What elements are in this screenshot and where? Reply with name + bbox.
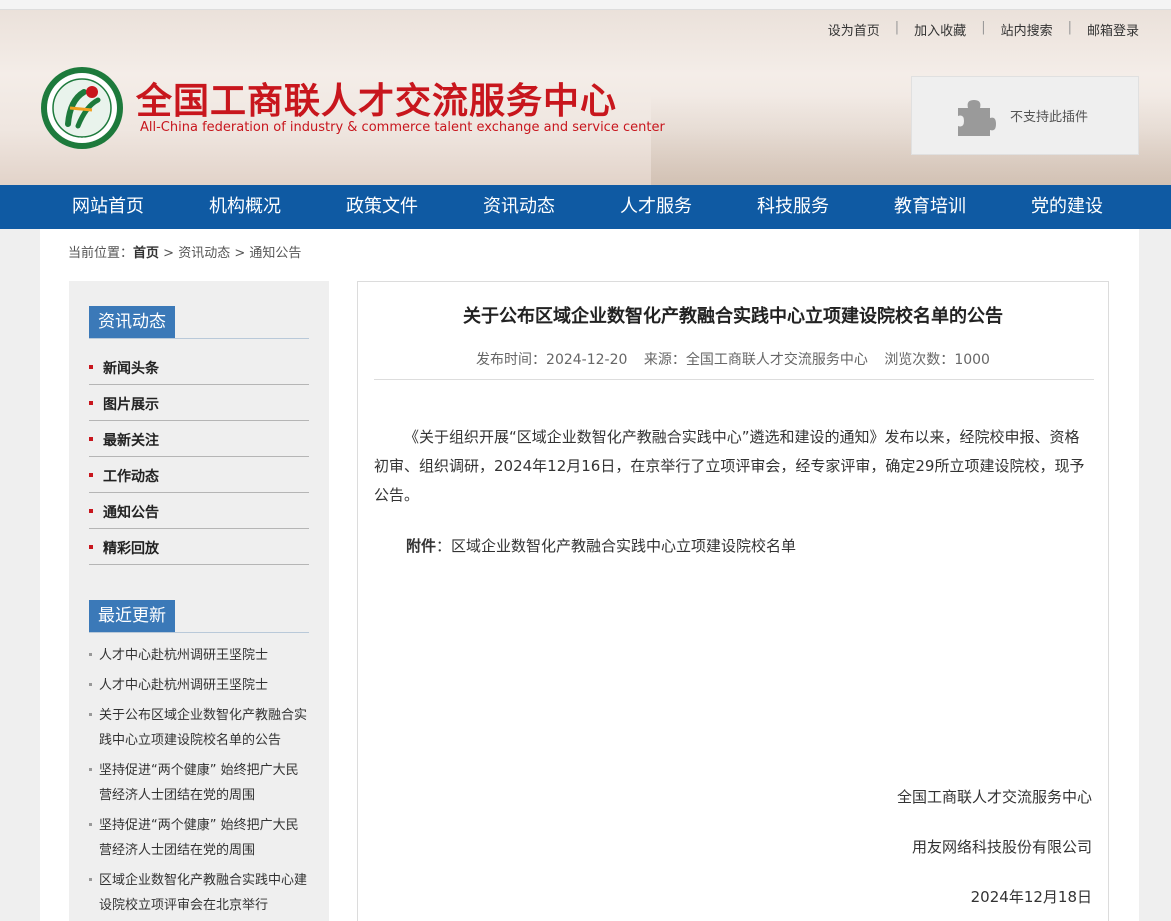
sidebar: 资讯动态 新闻头条 图片展示 最新关注 工作动态 通知公告 精彩回放 最近更新 … xyxy=(69,281,329,921)
sidebar-item-label: 新闻头条 xyxy=(103,361,159,377)
signature-company: 用友网络科技股份有限公司 xyxy=(911,838,1092,856)
nav-item-talent[interactable]: 人才服务 xyxy=(620,185,692,229)
recent-item-label: 人才中心赴杭州调研王坚院士 xyxy=(99,678,269,693)
bullet-icon xyxy=(89,683,92,686)
bullet-icon xyxy=(89,878,92,881)
attachment: 附件：区域企业数智化产教融合实践中心立项建设院校名单 xyxy=(406,535,796,556)
nav-item-home[interactable]: 网站首页 xyxy=(72,185,144,229)
bullet-icon xyxy=(89,653,92,656)
sidebar-item-label: 精彩回放 xyxy=(103,541,159,557)
publish-date: 2024-12-20 xyxy=(546,352,628,368)
divider xyxy=(89,632,309,633)
sidebar-item-label: 通知公告 xyxy=(103,505,159,521)
divider xyxy=(89,338,309,339)
source-value: 全国工商联人才交流服务中心 xyxy=(685,352,868,368)
bullet-icon xyxy=(89,437,93,441)
recent-item-label: 关于公布区域企业数智化产教融合实践中心立项建设院校名单的公告 xyxy=(99,708,308,748)
plugin-placeholder: 不支持此插件 xyxy=(911,76,1139,155)
divider xyxy=(374,379,1094,380)
mail-login-link[interactable]: 邮箱登录 xyxy=(1087,20,1139,39)
recent-title: 最近更新 xyxy=(89,600,175,633)
article-body: 《关于组织开展“区域企业数智化产教融合实践中心”遴选和建设的通知》发布以来，经院… xyxy=(374,428,1085,504)
article-meta: 发布时间：2024-12-20 来源：全国工商联人才交流服务中心 浏览次数：10… xyxy=(358,349,1108,369)
sidebar-item-notices[interactable]: 通知公告 xyxy=(89,493,309,529)
sidebar-item-headlines[interactable]: 新闻头条 xyxy=(89,349,309,385)
recent-item-label: 区域企业数智化产教融合实践中心建设院校立项评审会在北京举行 xyxy=(99,873,308,913)
category-header: 资讯动态 xyxy=(89,306,309,339)
logo-emblem-icon: 1995 xyxy=(41,67,123,149)
breadcrumb-news[interactable]: 资讯动态 xyxy=(178,246,230,261)
attachment-label: 附件 xyxy=(406,537,437,555)
bullet-icon xyxy=(89,365,93,369)
nav-item-party[interactable]: 党的建设 xyxy=(1031,185,1103,229)
attachment-colon: ： xyxy=(436,537,452,555)
sidebar-item-label: 工作动态 xyxy=(103,469,159,485)
sidebar-item-work[interactable]: 工作动态 xyxy=(89,457,309,493)
breadcrumb-home[interactable]: 首页 xyxy=(133,246,159,261)
article-title: 关于公布区域企业数智化产教融合实践中心立项建设院校名单的公告 xyxy=(463,306,1003,327)
site-search-link[interactable]: 站内搜索 xyxy=(1001,20,1053,39)
sidebar-item-focus[interactable]: 最新关注 xyxy=(89,421,309,457)
top-link-separator: | xyxy=(981,20,986,35)
sidebar-item-label: 图片展示 xyxy=(103,397,159,413)
nav-item-about[interactable]: 机构概况 xyxy=(209,185,281,229)
bullet-icon xyxy=(89,713,92,716)
views-label: 浏览次数： xyxy=(884,352,955,368)
sidebar-item-replay[interactable]: 精彩回放 xyxy=(89,529,309,565)
sidebar-item-label: 最新关注 xyxy=(103,433,159,449)
recent-item-label: 人才中心赴杭州调研王坚院士 xyxy=(99,648,269,663)
site-header: 设为首页 | 加入收藏 | 站内搜索 | 邮箱登录 1995 全国工商联人才交流… xyxy=(0,0,1171,185)
top-link-separator: | xyxy=(1067,20,1072,35)
breadcrumb-separator: > xyxy=(163,246,175,261)
nav-item-policy[interactable]: 政策文件 xyxy=(346,185,418,229)
top-link-separator: | xyxy=(894,20,900,35)
breadcrumb-prefix: 当前位置： xyxy=(68,246,134,261)
breadcrumb: 当前位置：首页 > 资讯动态 > 通知公告 xyxy=(68,242,301,261)
breadcrumb-separator: > xyxy=(234,246,246,261)
site-title: 全国工商联人才交流服务中心 xyxy=(136,81,618,122)
nav-item-education[interactable]: 教育培训 xyxy=(894,185,966,229)
puzzle-plugin-icon xyxy=(958,99,996,136)
logo-year: 1995 xyxy=(74,137,89,144)
bullet-icon xyxy=(89,545,93,549)
breadcrumb-notices[interactable]: 通知公告 xyxy=(249,246,301,261)
add-favorite-link[interactable]: 加入收藏 xyxy=(914,20,966,39)
recent-header: 最近更新 xyxy=(89,600,309,633)
bullet-icon xyxy=(89,473,93,477)
nav-item-news[interactable]: 资讯动态 xyxy=(483,185,555,229)
signature-date: 2024年12月18日 xyxy=(970,888,1092,906)
page-container: 当前位置：首页 > 资讯动态 > 通知公告 资讯动态 新闻头条 图片展示 最新关… xyxy=(40,229,1139,921)
nav-item-tech[interactable]: 科技服务 xyxy=(757,185,829,229)
set-homepage-link[interactable]: 设为首页 xyxy=(828,20,880,39)
article: 关于公布区域企业数智化产教融合实践中心立项建设院校名单的公告 发布时间：2024… xyxy=(357,281,1109,921)
views-count: 1000 xyxy=(954,352,990,368)
bullet-icon xyxy=(89,509,93,513)
site-subtitle: All-China federation of industry & comme… xyxy=(140,120,665,135)
bullet-icon xyxy=(89,768,92,771)
main-nav: 网站首页 机构概况 政策文件 资讯动态 人才服务 科技服务 教育培训 党的建设 xyxy=(0,185,1171,229)
plugin-unsupported-text: 不支持此插件 xyxy=(1010,110,1089,125)
sidebar-item-photos[interactable]: 图片展示 xyxy=(89,385,309,421)
attachment-link[interactable]: 区域企业数智化产教融合实践中心立项建设院校名单 xyxy=(451,537,796,555)
recent-item-label: 坚持促进“两个健康” 始终把广大民营经济人士团结在党的周围 xyxy=(99,818,299,858)
browser-top-strip xyxy=(0,0,1171,10)
category-title: 资讯动态 xyxy=(89,306,175,339)
source-label: 来源： xyxy=(643,352,686,368)
top-links: 设为首页 | 加入收藏 | 站内搜索 | 邮箱登录 xyxy=(828,20,1139,39)
bullet-icon xyxy=(89,823,92,826)
bullet-icon xyxy=(89,401,93,405)
recent-item-label: 坚持促进“两个健康” 始终把广大民营经济人士团结在党的周围 xyxy=(99,763,299,803)
date-label: 发布时间： xyxy=(476,352,547,368)
signature-org: 全国工商联人才交流服务中心 xyxy=(896,788,1092,806)
